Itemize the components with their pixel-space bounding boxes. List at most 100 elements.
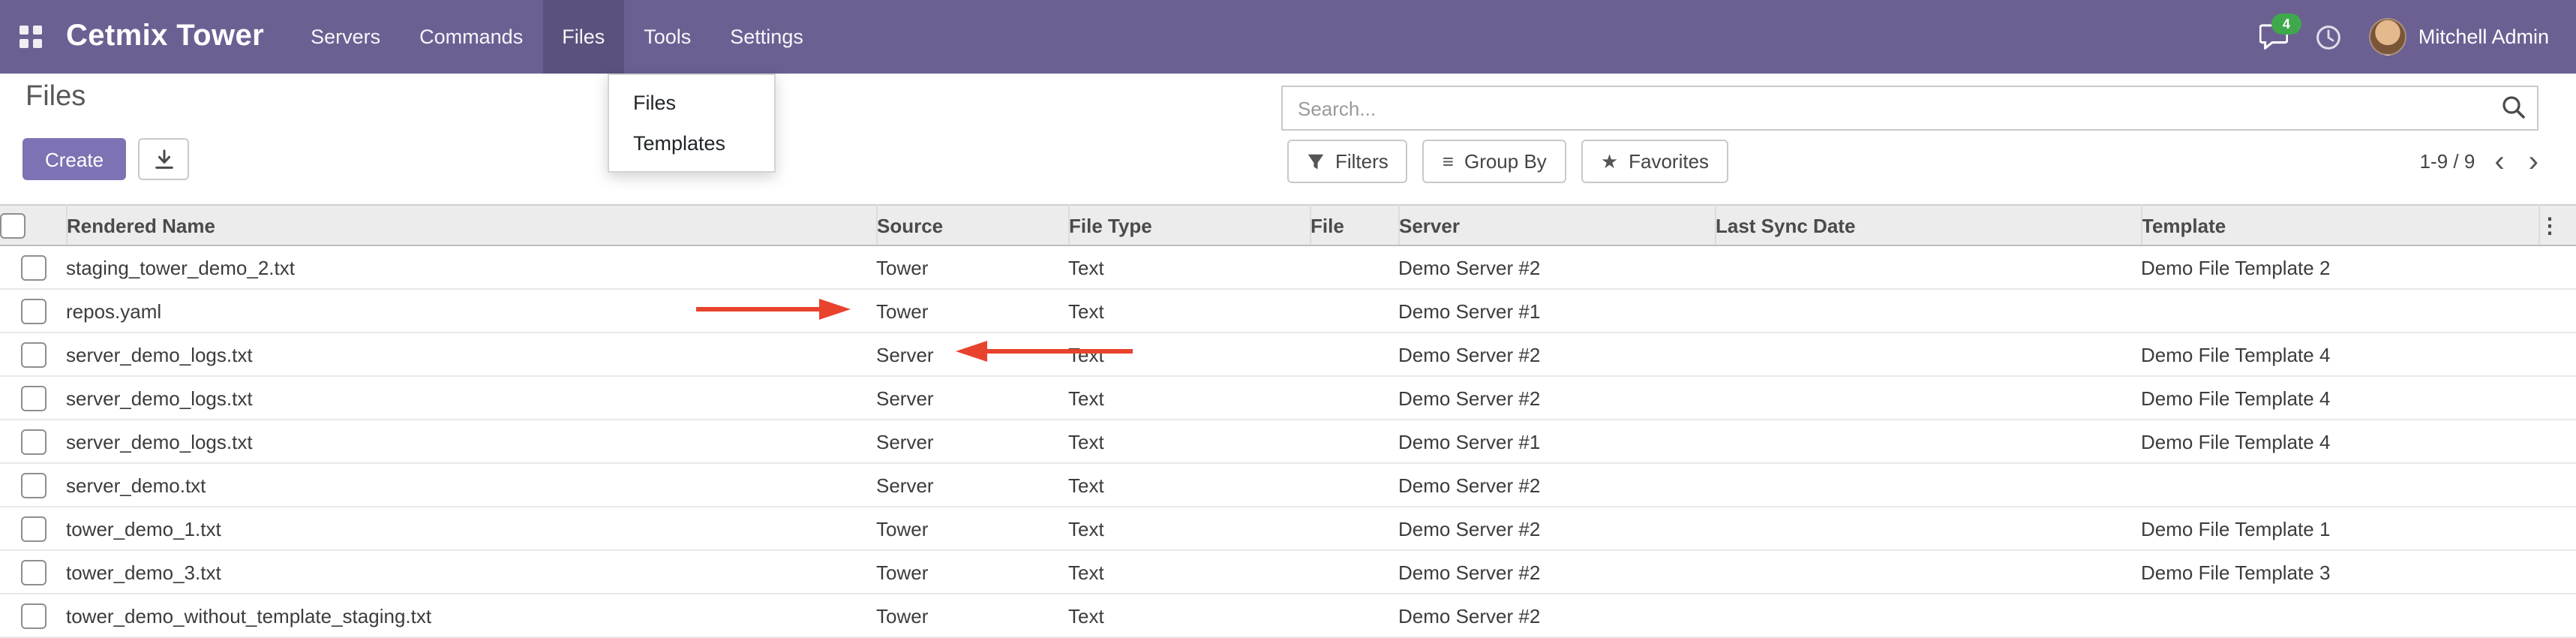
cell-file[interactable]	[1310, 463, 1398, 507]
column-server[interactable]: Server	[1398, 205, 1715, 245]
column-file-type[interactable]: File Type	[1068, 205, 1310, 245]
row-checkbox[interactable]	[20, 472, 46, 498]
activities-button[interactable]	[2315, 23, 2342, 50]
cell-source[interactable]: Server	[876, 463, 1068, 507]
cell-last-sync-date[interactable]	[1715, 594, 2141, 637]
cell-rendered-name[interactable]: tower_demo_3.txt	[66, 550, 876, 594]
cell-last-sync-date[interactable]	[1715, 507, 2141, 550]
cell-template[interactable]	[2141, 594, 2538, 637]
table-row[interactable]: server_demo_logs.txt Server Text Demo Se…	[0, 333, 2576, 376]
cell-source[interactable]: Tower	[876, 245, 1068, 289]
row-checkbox[interactable]	[20, 516, 46, 541]
cell-rendered-name[interactable]: server_demo_logs.txt	[66, 420, 876, 463]
cell-last-sync-date[interactable]	[1715, 420, 2141, 463]
table-row[interactable]: tower_demo_without_template_staging.txt …	[0, 594, 2576, 637]
cell-last-sync-date[interactable]	[1715, 463, 2141, 507]
cell-rendered-name[interactable]: tower_demo_1.txt	[66, 507, 876, 550]
messages-button[interactable]: 4	[2259, 24, 2288, 50]
column-last-sync-date[interactable]: Last Sync Date	[1715, 205, 2141, 245]
row-checkbox[interactable]	[20, 342, 46, 367]
cell-server[interactable]: Demo Server #2	[1398, 507, 1715, 550]
pager-next-button[interactable]: ›	[2524, 146, 2543, 176]
row-checkbox[interactable]	[20, 298, 46, 324]
table-row[interactable]: staging_tower_demo_2.txt Tower Text Demo…	[0, 245, 2576, 289]
cell-rendered-name[interactable]: repos.yaml	[66, 289, 876, 333]
cell-file[interactable]	[1310, 420, 1398, 463]
cell-template[interactable]: Demo File Template 1	[2141, 507, 2538, 550]
cell-file[interactable]	[1310, 289, 1398, 333]
column-source[interactable]: Source	[876, 205, 1068, 245]
user-menu[interactable]: Mitchell Admin	[2369, 18, 2549, 56]
cell-server[interactable]: Demo Server #2	[1398, 550, 1715, 594]
cell-last-sync-date[interactable]	[1715, 289, 2141, 333]
menu-files[interactable]: Files	[542, 0, 624, 74]
row-checkbox[interactable]	[20, 385, 46, 411]
cell-source[interactable]: Server	[876, 376, 1068, 420]
cell-rendered-name[interactable]: server_demo_logs.txt	[66, 333, 876, 376]
cell-source[interactable]: Server	[876, 333, 1068, 376]
menu-settings[interactable]: Settings	[710, 0, 823, 74]
cell-source[interactable]: Tower	[876, 550, 1068, 594]
cell-rendered-name[interactable]: staging_tower_demo_2.txt	[66, 245, 876, 289]
cell-source[interactable]: Tower	[876, 507, 1068, 550]
table-row[interactable]: server_demo_logs.txt Server Text Demo Se…	[0, 376, 2576, 420]
row-checkbox[interactable]	[20, 429, 46, 454]
cell-server[interactable]: Demo Server #1	[1398, 289, 1715, 333]
search-input[interactable]	[1281, 86, 2538, 131]
cell-last-sync-date[interactable]	[1715, 550, 2141, 594]
cell-server[interactable]: Demo Server #2	[1398, 594, 1715, 637]
cell-rendered-name[interactable]: server_demo.txt	[66, 463, 876, 507]
cell-file[interactable]	[1310, 376, 1398, 420]
column-file[interactable]: File	[1310, 205, 1398, 245]
cell-file-type[interactable]: Text	[1068, 289, 1310, 333]
cell-file-type[interactable]: Text	[1068, 420, 1310, 463]
cell-file-type[interactable]: Text	[1068, 376, 1310, 420]
cell-file-type[interactable]: Text	[1068, 594, 1310, 637]
cell-source[interactable]: Server	[876, 420, 1068, 463]
cell-server[interactable]: Demo Server #2	[1398, 333, 1715, 376]
cell-last-sync-date[interactable]	[1715, 245, 2141, 289]
row-checkbox[interactable]	[20, 254, 46, 280]
dropdown-item-templates[interactable]: Templates	[609, 123, 774, 164]
apps-menu-button[interactable]	[0, 0, 60, 74]
cell-template[interactable]: Demo File Template 4	[2141, 376, 2538, 420]
cell-template[interactable]: Demo File Template 4	[2141, 420, 2538, 463]
cell-file[interactable]	[1310, 245, 1398, 289]
row-checkbox[interactable]	[20, 559, 46, 585]
pager-previous-button[interactable]: ‹	[2490, 146, 2508, 176]
cell-file[interactable]	[1310, 550, 1398, 594]
cell-server[interactable]: Demo Server #2	[1398, 245, 1715, 289]
export-button[interactable]	[138, 138, 189, 180]
column-template[interactable]: Template	[2141, 205, 2538, 245]
dropdown-item-files[interactable]: Files	[609, 83, 774, 123]
cell-source[interactable]: Tower	[876, 289, 1068, 333]
table-row[interactable]: server_demo.txt Server Text Demo Server …	[0, 463, 2576, 507]
cell-rendered-name[interactable]: server_demo_logs.txt	[66, 376, 876, 420]
cell-template[interactable]	[2141, 463, 2538, 507]
favorites-button[interactable]: ★ Favorites	[1581, 140, 1728, 183]
cell-server[interactable]: Demo Server #2	[1398, 463, 1715, 507]
group-by-button[interactable]: ≡ Group By	[1423, 140, 1566, 183]
cell-file[interactable]	[1310, 333, 1398, 376]
table-row[interactable]: repos.yaml Tower Text Demo Server #1	[0, 289, 2576, 333]
table-row[interactable]: tower_demo_1.txt Tower Text Demo Server …	[0, 507, 2576, 550]
cell-last-sync-date[interactable]	[1715, 333, 2141, 376]
row-checkbox[interactable]	[20, 603, 46, 628]
cell-template[interactable]: Demo File Template 3	[2141, 550, 2538, 594]
menu-tools[interactable]: Tools	[624, 0, 710, 74]
cell-file-type[interactable]: Text	[1068, 245, 1310, 289]
table-row[interactable]: tower_demo_3.txt Tower Text Demo Server …	[0, 550, 2576, 594]
filters-button[interactable]: Filters	[1287, 140, 1408, 183]
cell-rendered-name[interactable]: tower_demo_without_template_staging.txt	[66, 594, 876, 637]
cell-source[interactable]: Tower	[876, 594, 1068, 637]
menu-servers[interactable]: Servers	[291, 0, 400, 74]
cell-server[interactable]: Demo Server #1	[1398, 420, 1715, 463]
cell-last-sync-date[interactable]	[1715, 376, 2141, 420]
cell-file-type[interactable]: Text	[1068, 333, 1310, 376]
cell-template[interactable]	[2141, 289, 2538, 333]
optional-columns-toggle[interactable]: ⋮	[2538, 205, 2576, 245]
cell-file-type[interactable]: Text	[1068, 463, 1310, 507]
cell-file-type[interactable]: Text	[1068, 550, 1310, 594]
cell-server[interactable]: Demo Server #2	[1398, 376, 1715, 420]
cell-template[interactable]: Demo File Template 4	[2141, 333, 2538, 376]
